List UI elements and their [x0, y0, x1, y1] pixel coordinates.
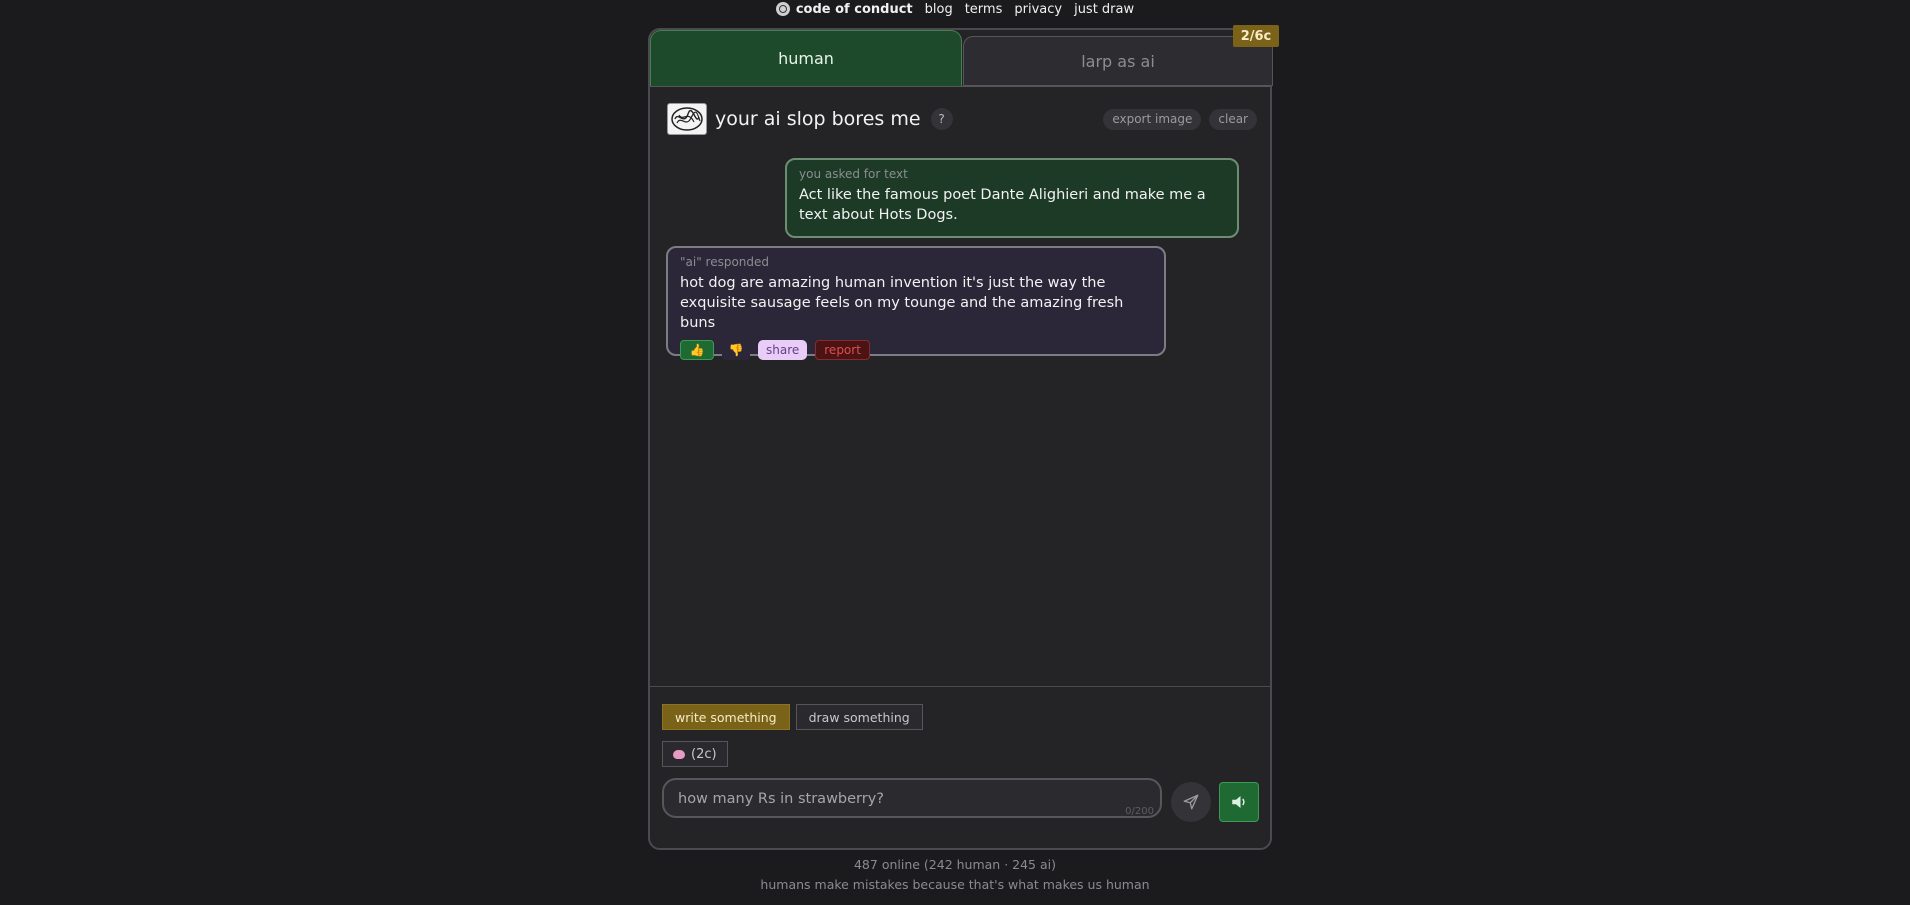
online-count: 487 online (242 human · 245 ai) [853, 857, 1056, 872]
code-of-conduct-label: code of conduct [795, 1, 913, 17]
chat-header: your ai slop bores me ? export image cle… [667, 102, 1257, 136]
ai-message-label: "ai" responded [680, 255, 770, 269]
downvote-button[interactable]: 👎 [722, 340, 750, 360]
message-input-wrapper: 0/200 [662, 778, 1162, 818]
ai-message-text: hot dog are amazing human invention it's… [680, 275, 1124, 331]
thumbs-down-icon: 👎 [728, 343, 744, 357]
thumbs-up-icon: 👍 [689, 343, 705, 357]
speaker-icon [1232, 796, 1245, 808]
draw-something-button[interactable]: draw something [795, 704, 923, 730]
tab-human[interactable]: human [650, 30, 962, 86]
chat-title: your ai slop bores me [715, 108, 921, 130]
credits-badge: 2/6c [1233, 25, 1279, 47]
footer: 487 online (242 human · 245 ai) humans m… [0, 855, 1910, 895]
user-message: you asked for text Act like the famous p… [785, 158, 1239, 238]
top-nav: code of conduct blog terms privacy just … [0, 0, 1910, 18]
brain-boost-label: (2c) [691, 746, 717, 762]
message-input[interactable] [676, 788, 1140, 810]
ai-message: "ai" responded hot dog are amazing human… [666, 246, 1166, 360]
code-of-conduct-link[interactable]: code of conduct [775, 1, 913, 17]
report-button[interactable]: report [815, 340, 870, 360]
brain-boost-button[interactable]: (2c) [662, 741, 728, 767]
user-message-text: Act like the famous poet Dante Alighieri… [799, 187, 1206, 223]
brain-icon [673, 749, 685, 759]
nav-link-just-draw[interactable]: just draw [1074, 2, 1134, 17]
write-something-button[interactable]: write something [662, 704, 790, 730]
ai-message-actions: 👍 👎 share report [680, 340, 1152, 360]
user-message-label: you asked for text [799, 167, 908, 181]
footer-tagline: humans make mistakes because that's what… [760, 877, 1150, 892]
site-logo-icon [775, 2, 790, 16]
header-actions: export image clear [1103, 108, 1257, 130]
export-image-button[interactable]: export image [1103, 108, 1202, 130]
help-button[interactable]: ? [930, 108, 953, 130]
composer-divider [650, 686, 1270, 687]
upvote-button[interactable]: 👍 [680, 340, 714, 360]
clear-button[interactable]: clear [1209, 108, 1257, 130]
chat-panel: human larp as ai your ai slop bores me ?… [648, 28, 1273, 850]
speaker-button[interactable] [1219, 782, 1259, 822]
tabs-divider [650, 86, 1270, 87]
send-icon [1183, 794, 1199, 810]
char-counter: 0/200 [1125, 806, 1154, 817]
nav-link-blog[interactable]: blog [925, 2, 953, 17]
mode-selector: write something draw something [662, 704, 923, 730]
role-tabs: human larp as ai [650, 30, 1273, 87]
send-button[interactable] [1171, 782, 1211, 822]
nav-link-privacy[interactable]: privacy [1014, 2, 1062, 17]
nav-link-terms[interactable]: terms [965, 2, 1003, 17]
avatar [667, 103, 707, 135]
share-button[interactable]: share [758, 340, 808, 360]
scribble-avatar-icon [671, 107, 703, 131]
tab-larp-as-ai[interactable]: larp as ai [963, 36, 1273, 86]
